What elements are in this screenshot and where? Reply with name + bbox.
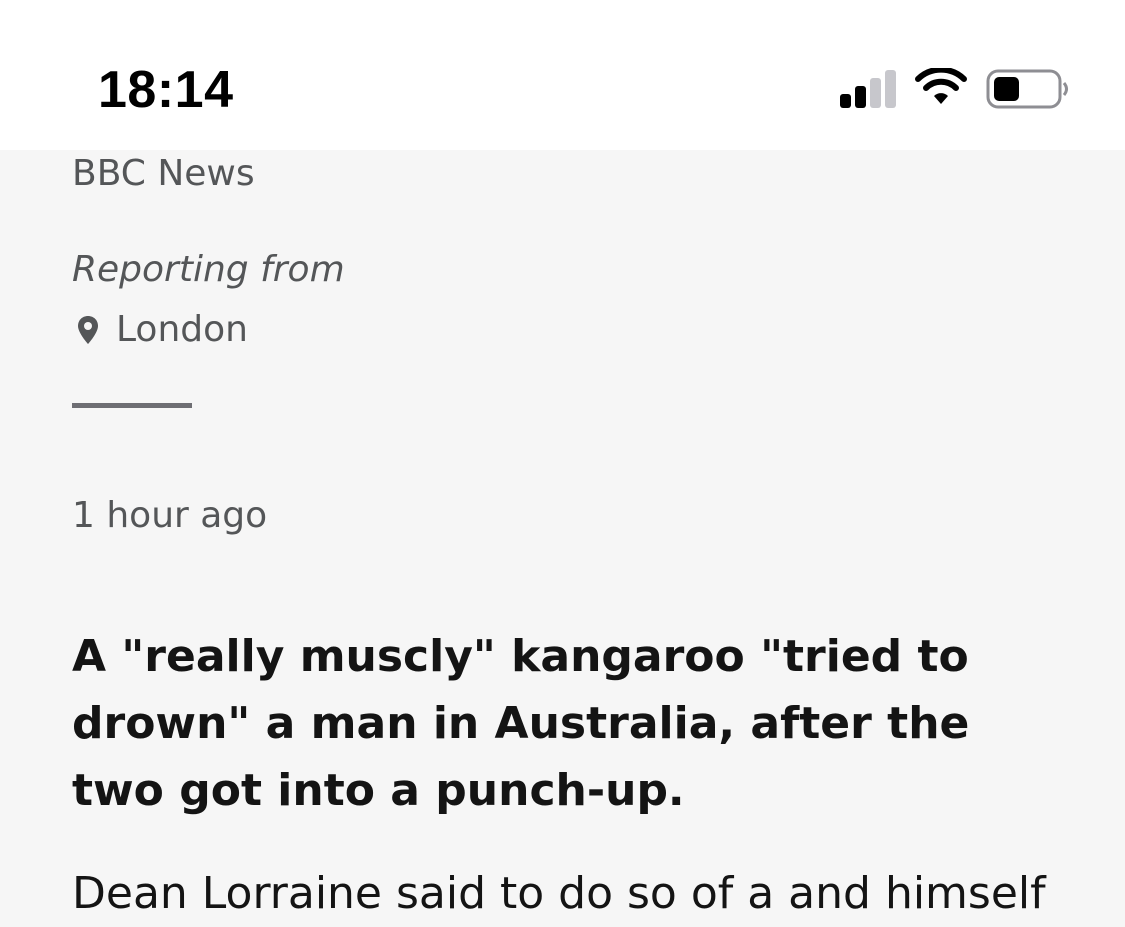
status-time: 18:14 — [98, 61, 234, 119]
signal-icon — [840, 70, 896, 108]
location-pin-icon — [72, 308, 104, 352]
article-body-partial: Dean Lorraine said to do so of a and him… — [72, 868, 1046, 919]
status-bar: 18:14 — [0, 0, 1125, 150]
byline-divider — [72, 403, 192, 408]
location-text: London — [116, 309, 248, 350]
article-timestamp: 1 hour ago — [72, 495, 268, 536]
wifi-icon — [915, 68, 967, 104]
battery-icon — [986, 69, 1068, 109]
article-source: BBC News — [72, 153, 255, 194]
article-location: London — [72, 308, 248, 352]
reporting-from-label: Reporting from — [72, 249, 345, 290]
article-lede: A "really muscly" kangaroo "tried to dro… — [72, 631, 970, 816]
